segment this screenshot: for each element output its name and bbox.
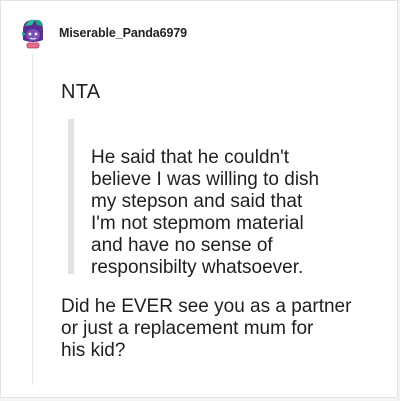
comment-verdict: NTA: [61, 81, 101, 103]
comment-body: Did he EVER see you as a partner or just…: [61, 296, 352, 361]
username[interactable]: Miserable_Panda6979: [59, 26, 187, 40]
thread-line[interactable]: [32, 53, 33, 385]
comment-card: Miserable_Panda6979 NTA He said that he …: [0, 0, 398, 398]
quote-bar: [68, 119, 74, 274]
avatar[interactable]: [19, 16, 47, 50]
avatar-icon: [22, 19, 43, 49]
quoted-text: He said that he couldn't believe I was w…: [91, 147, 320, 278]
